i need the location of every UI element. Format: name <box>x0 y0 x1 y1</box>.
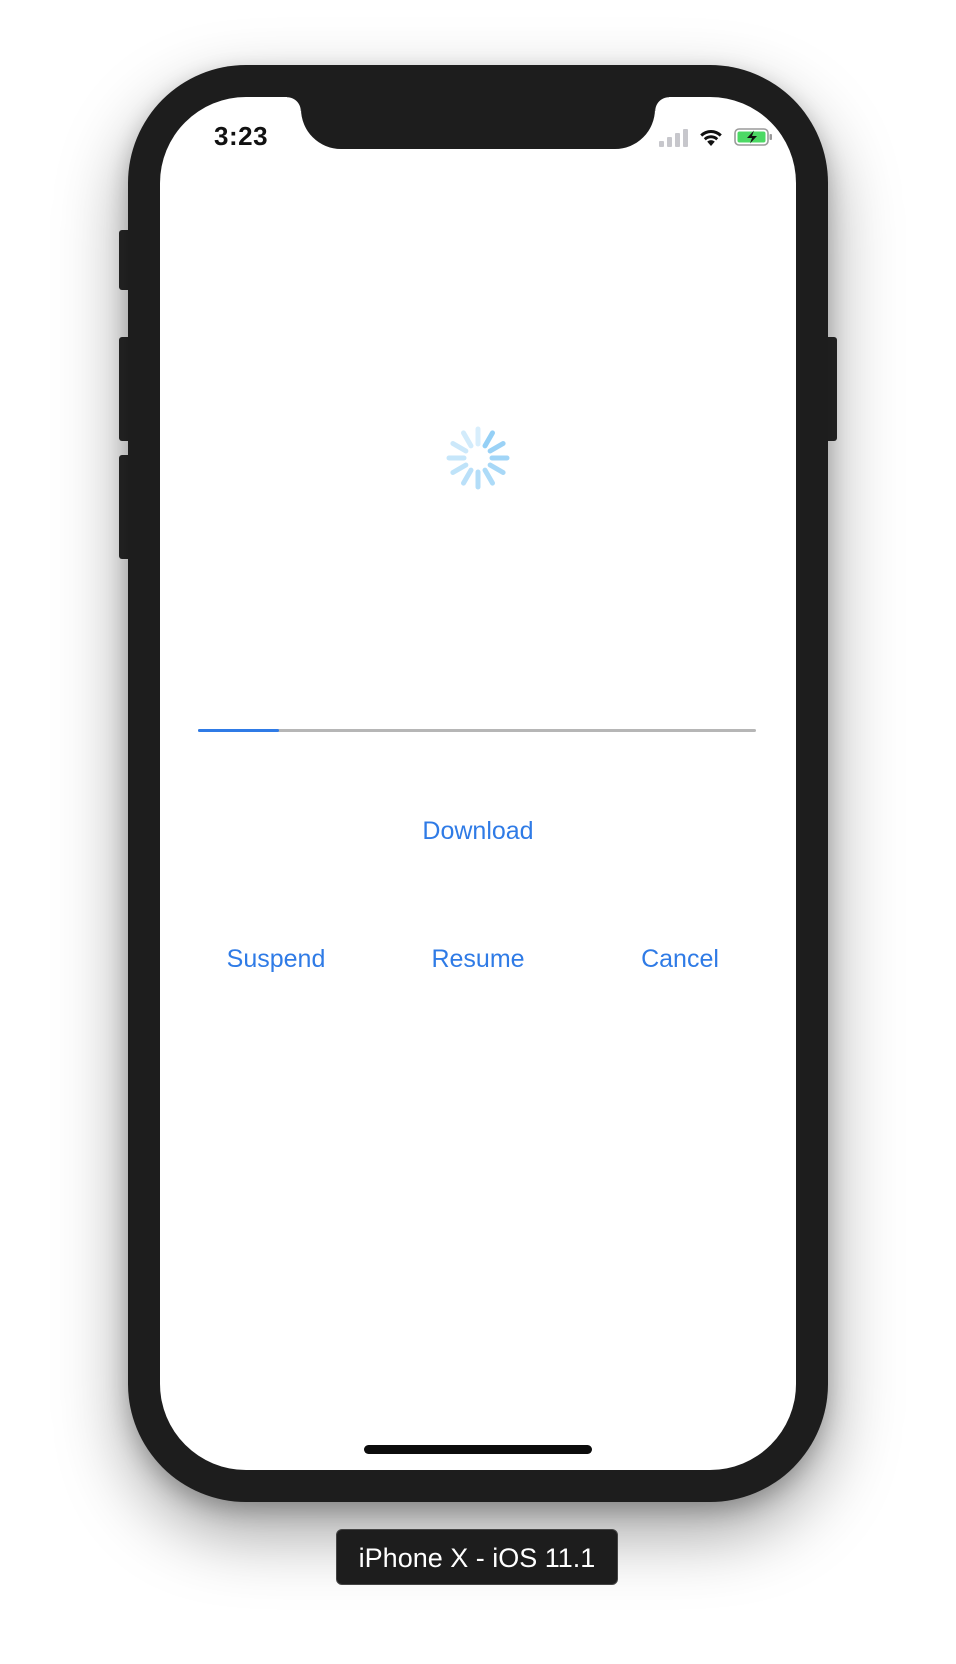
spinner-spoke <box>450 441 469 454</box>
wifi-icon <box>700 130 722 146</box>
spinner-spoke <box>461 467 474 486</box>
spinner-spoke <box>487 462 506 475</box>
home-indicator[interactable] <box>364 1445 592 1454</box>
signal-bars-icon <box>659 127 688 147</box>
resume-button[interactable]: Resume <box>431 945 524 974</box>
device-caption: iPhone X - iOS 11.1 <box>336 1529 618 1585</box>
notch <box>287 97 669 149</box>
spinner-spoke <box>482 467 495 486</box>
progress-bar <box>198 729 756 732</box>
spinner-spoke <box>482 430 495 449</box>
spinner-spoke <box>461 430 474 449</box>
app-screen: 3:23 Download Suspend Resume Cancel <box>160 97 796 1470</box>
simulator-window: 3:23 Download Suspend Resume Cancel iPho… <box>0 0 956 1664</box>
status-time: 3:23 <box>214 121 269 151</box>
status-icons <box>659 123 774 147</box>
spinner-icon <box>446 426 510 490</box>
iphone-device-frame: 3:23 Download Suspend Resume Cancel <box>128 65 828 1502</box>
battery-charging-icon <box>734 128 772 146</box>
suspend-button[interactable]: Suspend <box>227 945 326 974</box>
progress-bar-fill <box>198 729 279 732</box>
cancel-button[interactable]: Cancel <box>641 945 719 974</box>
spinner-spoke <box>487 441 506 454</box>
spinner-spoke <box>450 462 469 475</box>
download-button[interactable]: Download <box>422 817 533 846</box>
